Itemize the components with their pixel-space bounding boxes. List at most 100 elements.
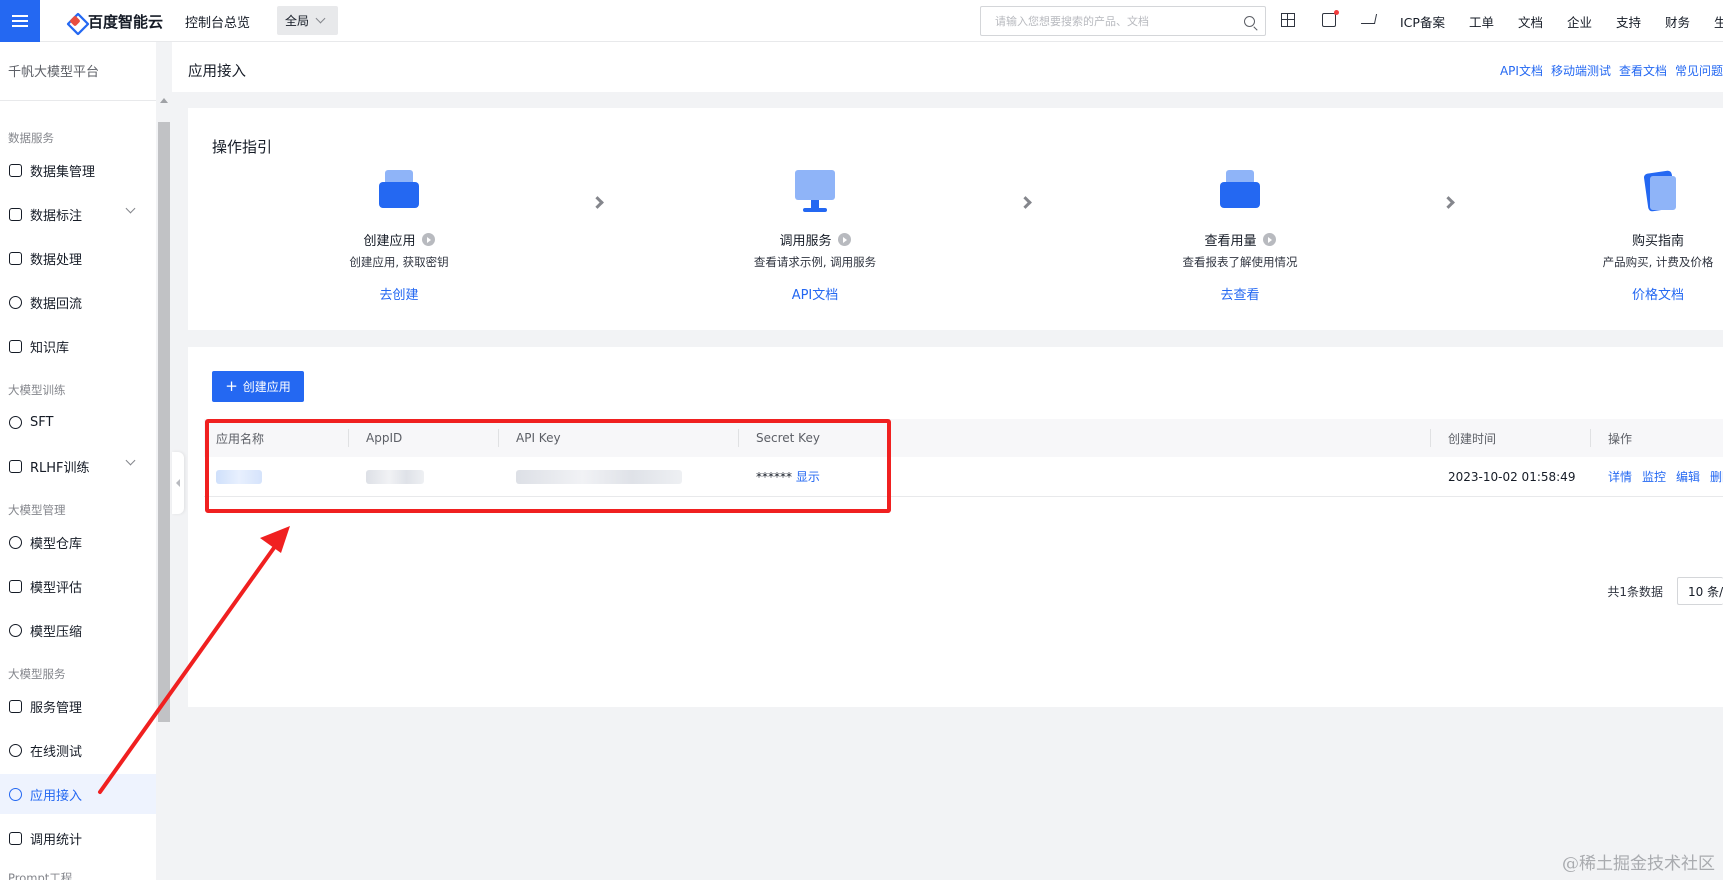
header-link-faq[interactable]: 常见问题 <box>1675 62 1723 79</box>
top-link-enterprise[interactable]: 企业 <box>1567 12 1592 31</box>
step-desc: 产品购买, 计费及价格 <box>1602 255 1714 269</box>
page-size-select[interactable]: 10 条/页 <box>1677 577 1723 605</box>
console-overview-link[interactable]: 控制台总览 <box>185 12 250 31</box>
scroll-up-icon[interactable] <box>160 98 168 103</box>
group-prompt: Prompt工程 <box>8 871 73 880</box>
brand-name: 百度智能云 <box>88 12 164 31</box>
play-video-icon[interactable] <box>421 233 435 246</box>
sft-icon <box>9 415 22 429</box>
step-link-pricing[interactable]: 价格文档 <box>1558 284 1723 303</box>
sidebar-item-label: 调用统计 <box>30 832 83 848</box>
sidebar-item-sft[interactable]: SFT <box>0 402 156 442</box>
chevron-down-icon <box>125 203 136 214</box>
service-icon <box>9 699 22 713</box>
sidebar: 千帆大模型平台 数据服务 数据集管理 数据标注 数据处理 数据回流 知识库 大模… <box>0 42 172 880</box>
group-model-service: 大模型服务 <box>8 667 66 681</box>
search-input[interactable] <box>995 14 1244 28</box>
sidebar-item-label: 模型评估 <box>30 580 83 596</box>
sidebar-item-app-access[interactable]: 应用接入 <box>0 774 156 814</box>
col-secret-key: Secret Key <box>756 431 820 445</box>
top-link-more[interactable]: 生 <box>1714 12 1723 31</box>
search-icon[interactable] <box>1244 15 1255 27</box>
sidebar-item-label: 在线测试 <box>30 744 83 760</box>
hamburger-menu-button[interactable] <box>0 0 40 42</box>
sidebar-item-stats[interactable]: 调用统计 <box>0 818 156 858</box>
col-created-time: 创建时间 <box>1448 431 1497 446</box>
sidebar-item-annotate[interactable]: 数据标注 <box>0 194 156 234</box>
sidebar-item-process[interactable]: 数据处理 <box>0 238 156 278</box>
chevron-right-icon <box>1019 196 1032 209</box>
sidebar-item-evaluate[interactable]: 模型评估 <box>0 566 156 606</box>
sidebar-item-label: 数据处理 <box>30 252 83 268</box>
header-links: API文档 移动端测试 查看文档 常见问题 <box>1500 62 1723 79</box>
op-delete-link[interactable]: 删除 <box>1710 468 1723 485</box>
step-link-api-docs[interactable]: API文档 <box>715 284 915 303</box>
reflow-icon <box>9 295 22 309</box>
scope-select[interactable]: 全局 <box>277 6 338 35</box>
play-video-icon[interactable] <box>1262 233 1276 246</box>
play-video-icon[interactable] <box>837 233 851 246</box>
op-monitor-link[interactable]: 监控 <box>1642 468 1666 485</box>
test-icon <box>9 743 22 757</box>
top-link-support[interactable]: 支持 <box>1616 12 1641 31</box>
app-name-cell[interactable] <box>204 457 262 496</box>
guide-title: 操作指引 <box>212 138 273 156</box>
sidebar-item-compress[interactable]: 模型压缩 <box>0 610 156 650</box>
chevron-left-icon <box>176 479 180 487</box>
book-icon <box>9 339 22 353</box>
top-link-ticket[interactable]: 工单 <box>1469 12 1494 31</box>
evaluate-icon <box>9 579 22 593</box>
created-time-cell: 2023-10-02 01:58:49 <box>1448 469 1576 484</box>
operation-guide-card: 操作指引 创建应用 创建应用, 获取密钥 去创建 调用服务 查看请求示例, 调用… <box>188 108 1723 330</box>
top-link-docs[interactable]: 文档 <box>1518 12 1543 31</box>
sidebar-item-model-repo[interactable]: 模型仓库 <box>0 522 156 562</box>
sidebar-item-reflow[interactable]: 数据回流 <box>0 282 156 322</box>
grid-icon[interactable] <box>1281 13 1295 27</box>
sidebar-divider <box>0 100 156 101</box>
sidebar-item-label: RLHF训练 <box>30 460 90 476</box>
sidebar-item-label: 服务管理 <box>30 700 83 716</box>
sidebar-item-label: SFT <box>30 414 54 430</box>
compress-icon <box>9 623 22 637</box>
sidebar-item-rlhf[interactable]: RLHF训练 <box>0 446 156 486</box>
process-icon <box>9 251 22 265</box>
sidebar-item-label: 模型仓库 <box>30 536 83 552</box>
guide-step-create: 创建应用 创建应用, 获取密钥 去创建 <box>299 168 499 303</box>
guide-step-purchase: 购买指南 产品购买, 计费及价格 价格文档 <box>1558 168 1723 303</box>
sidebar-item-service-manage[interactable]: 服务管理 <box>0 686 156 726</box>
sidebar-item-dataset[interactable]: 数据集管理 <box>0 150 156 190</box>
create-app-button[interactable]: + 创建应用 <box>212 371 304 402</box>
annotate-icon <box>9 207 22 221</box>
sidebar-item-label: 数据标注 <box>30 208 83 224</box>
brand-logo[interactable]: 百度智能云 <box>66 9 163 33</box>
menu-icon <box>12 15 28 27</box>
col-operations: 操作 <box>1608 431 1633 446</box>
guide-step-usage: 查看用量 查看报表了解使用情况 去查看 <box>1140 168 1340 303</box>
watermark: @稀土掘金技术社区 <box>1562 854 1715 874</box>
api-key-cell <box>504 457 682 496</box>
cart-icon[interactable] <box>1360 14 1378 24</box>
page-header: 应用接入 API文档 移动端测试 查看文档 常见问题 <box>172 42 1723 92</box>
step-link-create[interactable]: 去创建 <box>299 284 499 303</box>
op-detail-link[interactable]: 详情 <box>1608 468 1632 485</box>
create-app-illustration-icon <box>375 168 423 216</box>
step-link-view[interactable]: 去查看 <box>1140 284 1340 303</box>
top-link-finance[interactable]: 财务 <box>1665 12 1690 31</box>
sidebar-collapse-handle[interactable] <box>172 452 184 514</box>
op-edit-link[interactable]: 编辑 <box>1676 468 1700 485</box>
secret-key-cell: ****** 显示 <box>744 457 820 496</box>
model-repo-icon <box>9 535 22 549</box>
header-link-api-docs[interactable]: API文档 <box>1500 62 1543 79</box>
sidebar-item-knowledge[interactable]: 知识库 <box>0 326 156 366</box>
sidebar-item-label: 知识库 <box>30 340 70 356</box>
message-icon[interactable] <box>1322 10 1339 27</box>
apps-list-card: + 创建应用 应用名称 AppID API Key Secret Key 创建时间… <box>188 347 1723 707</box>
header-link-view-docs[interactable]: 查看文档 <box>1619 62 1667 79</box>
top-link-icp[interactable]: ICP备案 <box>1400 12 1445 31</box>
show-secret-link[interactable]: 显示 <box>796 468 820 485</box>
sidebar-item-online-test[interactable]: 在线测试 <box>0 730 156 770</box>
step-name: 购买指南 <box>1631 234 1684 249</box>
step-desc: 查看报表了解使用情况 <box>1182 255 1298 269</box>
sidebar-scroll-thumb[interactable] <box>158 122 170 722</box>
header-link-mobile-test[interactable]: 移动端测试 <box>1551 62 1611 79</box>
